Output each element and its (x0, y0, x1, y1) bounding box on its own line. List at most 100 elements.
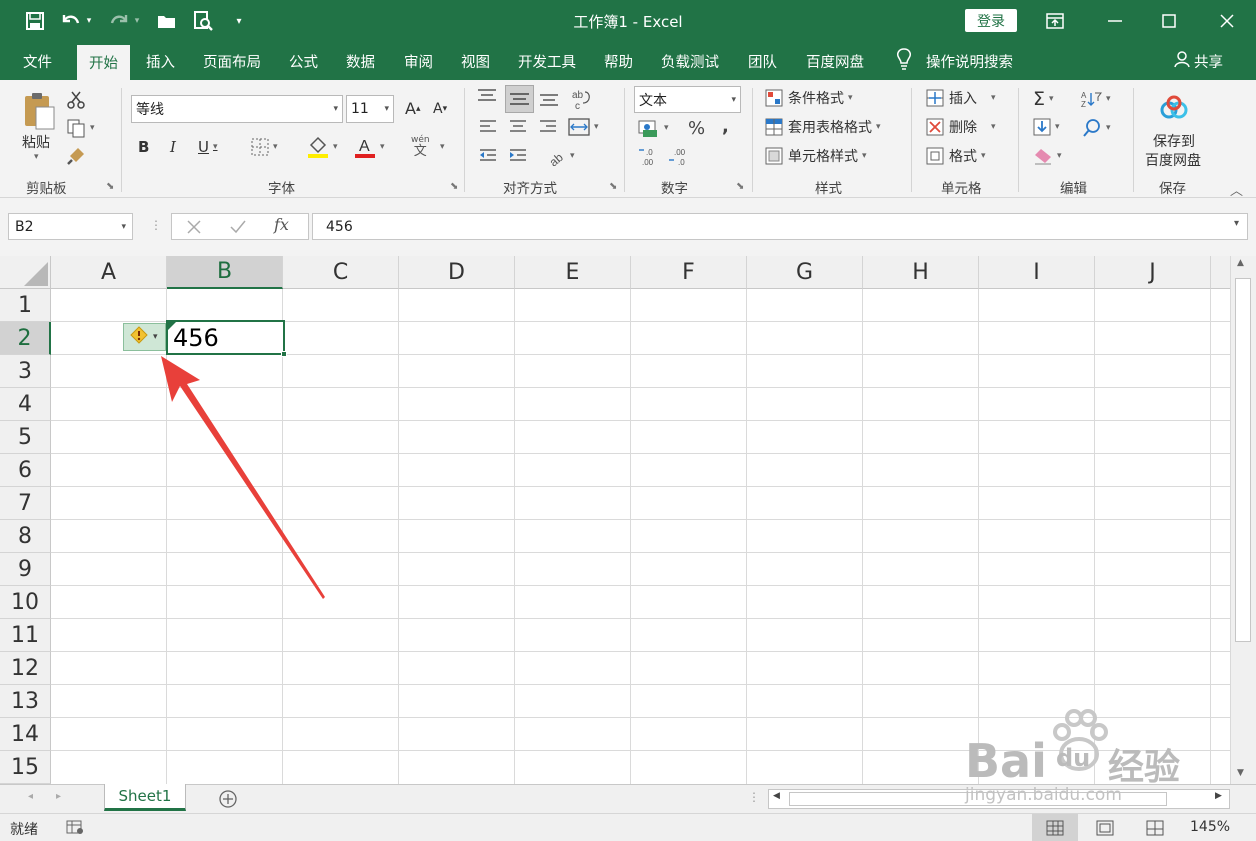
row-header-2[interactable]: 2 (0, 322, 51, 355)
select-all-button[interactable] (0, 256, 51, 289)
row-header-1[interactable]: 1 (0, 289, 51, 322)
vertical-scrollbar[interactable]: ▲ ▼ (1230, 256, 1256, 784)
alignment-launcher-icon[interactable]: ⬊ (609, 181, 617, 192)
scroll-left-icon[interactable]: ◀ (773, 791, 780, 801)
column-header-j[interactable]: J (1095, 256, 1211, 289)
wrap-text-icon[interactable]: ab c (571, 88, 593, 112)
column-header-k[interactable] (1211, 256, 1230, 289)
row-header-3[interactable]: 3 (0, 355, 51, 388)
scroll-down-icon[interactable]: ▼ (1237, 768, 1244, 778)
maximize-icon[interactable] (1156, 8, 1182, 34)
page-break-preview-icon[interactable] (1146, 820, 1164, 840)
clear-icon[interactable]: ▾ (1033, 147, 1062, 165)
normal-view-button[interactable] (1032, 814, 1078, 841)
page-layout-view-icon[interactable] (1096, 820, 1114, 840)
column-header-i[interactable]: I (979, 256, 1095, 289)
splitter-dots-icon[interactable]: ⋮ (150, 218, 162, 232)
tab-team[interactable]: 团队 (748, 42, 777, 80)
number-launcher-icon[interactable]: ⬊ (736, 181, 744, 192)
increase-decimal-icon[interactable]: .0.00 (638, 147, 660, 171)
scroll-thumb[interactable] (1235, 278, 1251, 642)
find-select-icon[interactable]: ▾ (1082, 118, 1111, 138)
column-header-c[interactable]: C (283, 256, 399, 289)
clipboard-launcher-icon[interactable]: ⬊ (106, 181, 114, 192)
tab-help[interactable]: 帮助 (604, 42, 633, 80)
row-header-11[interactable]: 11 (0, 619, 51, 652)
align-left-icon[interactable] (478, 118, 498, 140)
cut-icon[interactable] (66, 90, 86, 110)
ribbon-display-options-icon[interactable] (1042, 8, 1068, 34)
column-header-d[interactable]: D (399, 256, 515, 289)
format-painter-icon[interactable] (66, 146, 86, 166)
paste-dropdown-icon[interactable]: ▾ (34, 152, 39, 162)
orientation-icon[interactable]: ab ▾ (546, 146, 575, 166)
save-to-baidu-line1[interactable]: 保存到 (1153, 131, 1195, 151)
tab-page-layout[interactable]: 页面布局 (203, 42, 261, 80)
tab-developer[interactable]: 开发工具 (518, 42, 576, 80)
percent-style-icon[interactable]: % (688, 118, 705, 139)
row-header-4[interactable]: 4 (0, 388, 51, 421)
tab-baidu-netdisk[interactable]: 百度网盘 (806, 42, 864, 80)
tell-me-search[interactable]: 操作说明搜索 (896, 42, 1013, 80)
row-header-14[interactable]: 14 (0, 718, 51, 751)
prev-sheet-icon[interactable]: ◂ (28, 791, 33, 802)
column-header-g[interactable]: G (747, 256, 863, 289)
tab-file[interactable]: 文件 (23, 42, 52, 80)
tab-load-test[interactable]: 负载测试 (661, 42, 719, 80)
paste-icon[interactable] (20, 90, 58, 132)
font-launcher-icon[interactable]: ⬊ (450, 181, 458, 192)
tab-formulas[interactable]: 公式 (289, 42, 318, 80)
align-center-icon[interactable] (508, 118, 528, 140)
phonetic-dropdown-icon[interactable]: ▾ (440, 142, 445, 152)
decrease-indent-icon[interactable] (478, 147, 498, 169)
paste-label[interactable]: 粘贴 (22, 132, 50, 152)
comma-style-icon[interactable]: , (722, 116, 729, 137)
row-header-7[interactable]: 7 (0, 487, 51, 520)
fill-icon[interactable]: ▾ (1033, 118, 1060, 136)
underline-icon[interactable]: U ▾ (198, 138, 218, 156)
row-header-8[interactable]: 8 (0, 520, 51, 553)
tab-data[interactable]: 数据 (346, 42, 375, 80)
minimize-icon[interactable] (1102, 8, 1128, 34)
confirm-entry-icon[interactable] (228, 217, 248, 237)
share-button[interactable]: 共享 (1174, 42, 1223, 80)
row-header-15[interactable]: 15 (0, 751, 51, 784)
sheet-tab-sheet1[interactable]: Sheet1 (104, 784, 186, 811)
fill-color-icon[interactable]: ▾ (307, 135, 338, 159)
font-size-select[interactable]: 11 ▾ (346, 95, 394, 123)
align-right-icon[interactable] (538, 118, 558, 140)
insert-function-icon[interactable]: fx (274, 215, 289, 234)
name-box[interactable]: B2 ▾ (8, 213, 133, 240)
baidu-netdisk-icon[interactable] (1159, 94, 1189, 122)
next-sheet-icon[interactable]: ▸ (56, 791, 61, 802)
decrease-font-size-icon[interactable]: A ▾ (433, 101, 447, 117)
tab-home[interactable]: 开始 (77, 45, 130, 80)
decrease-decimal-icon[interactable]: .00.0 (668, 147, 690, 171)
format-as-table-button[interactable]: 套用表格格式 ▾ (764, 117, 881, 137)
new-sheet-icon[interactable] (218, 789, 238, 813)
merge-center-icon[interactable]: ▾ (568, 117, 599, 137)
phonetic-guide-icon[interactable]: wén 文 (411, 136, 430, 159)
tab-review[interactable]: 审阅 (404, 42, 433, 80)
collapse-ribbon-icon[interactable]: ︿ (1230, 180, 1243, 199)
close-icon[interactable] (1214, 8, 1240, 34)
cell-styles-button[interactable]: 单元格样式 ▾ (764, 146, 867, 166)
zoom-level[interactable]: 145% (1190, 819, 1230, 835)
italic-icon[interactable]: I (170, 138, 176, 156)
borders-icon[interactable]: ▾ (251, 138, 278, 156)
align-top-icon[interactable] (476, 87, 502, 111)
accounting-format-icon[interactable]: ▾ (638, 118, 669, 138)
tab-splitter-icon[interactable]: ⋮ (748, 790, 760, 804)
cancel-entry-icon[interactable] (184, 217, 204, 237)
align-middle-icon[interactable] (505, 85, 534, 113)
row-header-9[interactable]: 9 (0, 553, 51, 586)
row-header-5[interactable]: 5 (0, 421, 51, 454)
tab-view[interactable]: 视图 (461, 42, 490, 80)
autosum-icon[interactable]: Σ ▾ (1033, 88, 1054, 110)
bold-icon[interactable]: B (138, 138, 149, 156)
conditional-formatting-button[interactable]: 条件格式 ▾ (764, 88, 853, 108)
expand-formula-bar-icon[interactable]: ▾ (1234, 218, 1239, 229)
align-bottom-icon[interactable] (538, 89, 564, 113)
scroll-up-icon[interactable]: ▲ (1237, 258, 1244, 268)
increase-indent-icon[interactable] (508, 147, 528, 169)
